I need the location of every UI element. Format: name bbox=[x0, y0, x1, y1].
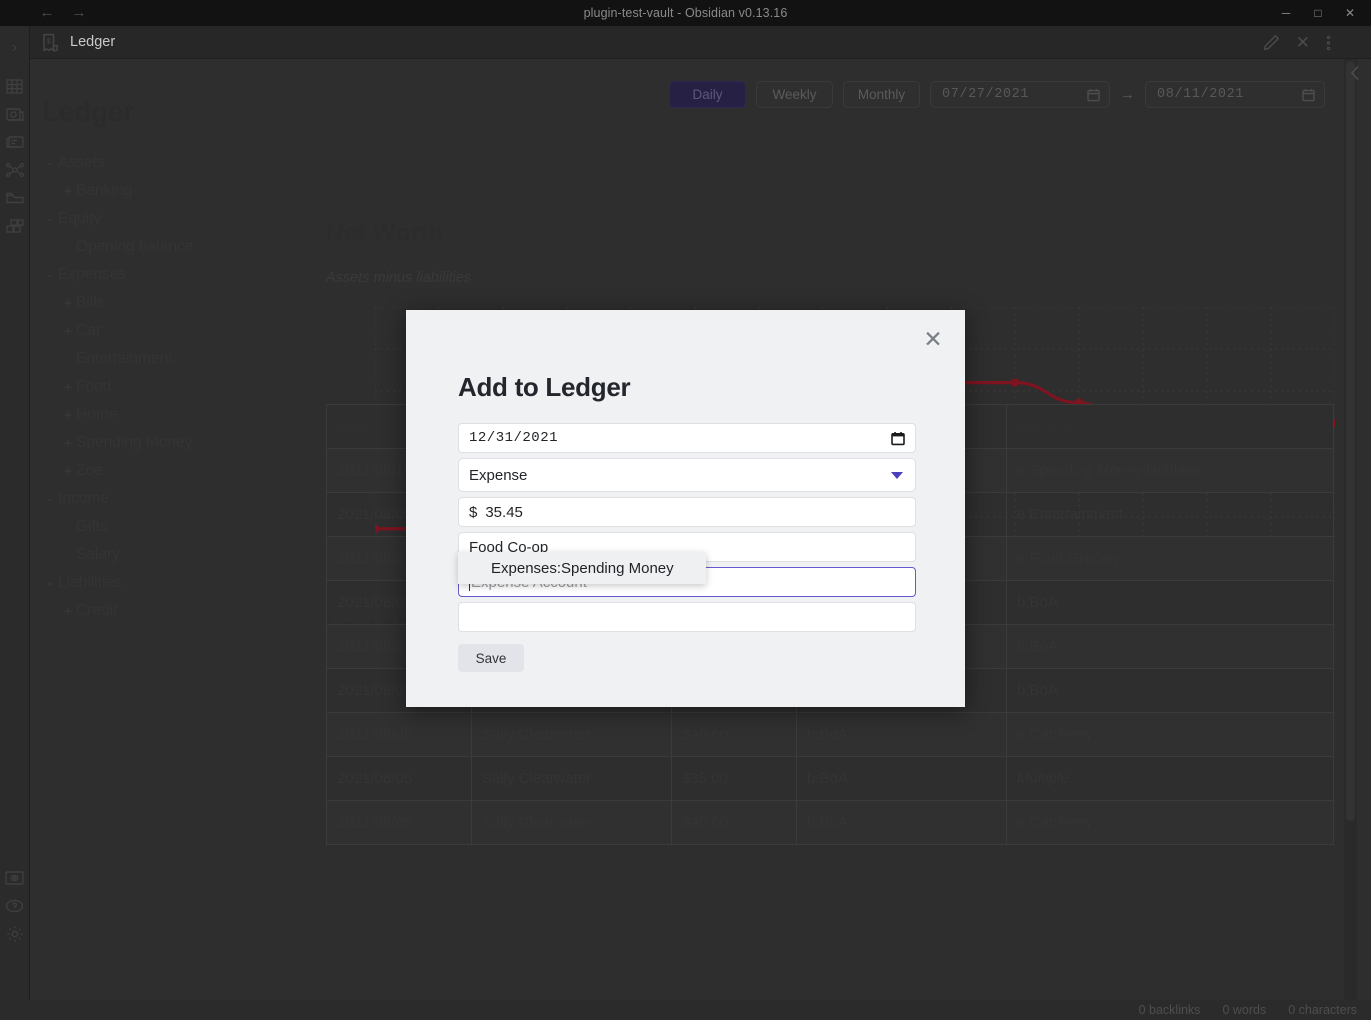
obsidian-window: ← → plugin-test-vault - Obsidian v0.13.1… bbox=[0, 0, 1371, 1020]
modal-title: Add to Ledger bbox=[458, 372, 631, 402]
chevron-down-icon bbox=[891, 471, 903, 479]
amount-value: 35.45 bbox=[485, 503, 523, 521]
transaction-type-select[interactable]: Expense bbox=[458, 458, 916, 492]
suggestion-item[interactable]: Expenses:Spending Money bbox=[458, 552, 706, 584]
transaction-date-value: 12/31/2021 bbox=[469, 430, 559, 446]
second-account-input[interactable] bbox=[458, 602, 916, 632]
transaction-date-input[interactable]: 12/31/2021 bbox=[458, 423, 916, 453]
calendar-icon[interactable] bbox=[891, 431, 905, 446]
modal-form: 12/31/2021 Expense $ 35.45 Food Co-op bbox=[458, 423, 916, 637]
amount-input[interactable]: $ 35.45 bbox=[458, 497, 916, 527]
account-suggestion-list: Expenses:Spending Money bbox=[458, 552, 706, 584]
transaction-type-value: Expense bbox=[469, 466, 528, 484]
modal-close-icon[interactable]: ✕ bbox=[918, 324, 948, 354]
currency-symbol: $ bbox=[469, 503, 478, 521]
add-to-ledger-modal: ✕ Add to Ledger 12/31/2021 Expense $ 35.… bbox=[406, 310, 965, 707]
save-button[interactable]: Save bbox=[458, 644, 524, 672]
